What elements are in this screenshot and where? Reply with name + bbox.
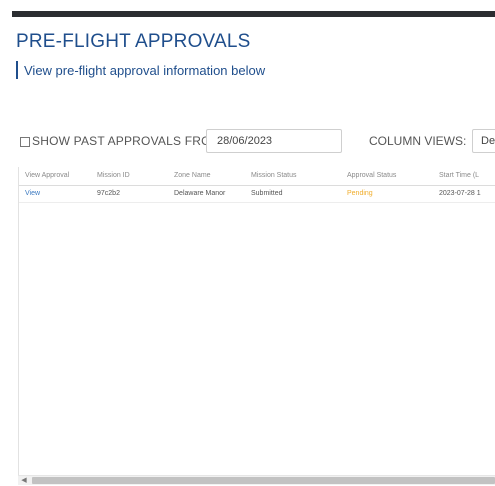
subtitle-accent-bar xyxy=(16,61,18,79)
mission-status-cell: Submitted xyxy=(251,190,283,197)
approvals-table: View Approval Mission ID Zone Name Missi… xyxy=(18,167,495,485)
show-past-approvals-checkbox[interactable] xyxy=(20,137,30,147)
column-views-select[interactable]: De xyxy=(472,129,495,153)
table-row[interactable]: View 97c2b2 Delaware Manor Submitted Pen… xyxy=(19,186,495,203)
subtitle-block: View pre-flight approval information bel… xyxy=(16,61,265,79)
column-header-view-approval[interactable]: View Approval xyxy=(25,172,69,179)
top-bar xyxy=(12,11,495,17)
column-header-mission-status[interactable]: Mission Status xyxy=(251,172,297,179)
filter-row: SHOW PAST APPROVALS FROM: COLUMN VIEWS: … xyxy=(0,129,495,155)
column-header-start-time[interactable]: Start Time (L xyxy=(439,172,479,179)
zone-name-cell: Delaware Manor xyxy=(174,190,226,197)
column-header-approval-status[interactable]: Approval Status xyxy=(347,172,396,179)
column-views-label: COLUMN VIEWS: xyxy=(369,134,467,148)
mission-id-cell: 97c2b2 xyxy=(97,190,120,197)
column-header-mission-id[interactable]: Mission ID xyxy=(97,172,130,179)
view-approval-link[interactable]: View xyxy=(25,190,40,197)
table-header: View Approval Mission ID Zone Name Missi… xyxy=(19,167,495,186)
show-past-approvals-label[interactable]: SHOW PAST APPROVALS FROM: xyxy=(32,134,224,148)
page-subtitle: View pre-flight approval information bel… xyxy=(24,62,266,78)
past-approvals-date-input[interactable] xyxy=(206,129,342,153)
scroll-left-icon[interactable]: ◀ xyxy=(18,476,30,485)
horizontal-scrollbar[interactable]: ◀ xyxy=(18,475,495,485)
scrollbar-thumb[interactable] xyxy=(32,477,495,484)
page-title: PRE-FLIGHT APPROVALS xyxy=(16,31,251,52)
start-time-cell: 2023-07-28 1 xyxy=(439,190,481,197)
approval-status-cell: Pending xyxy=(347,190,373,197)
column-header-zone-name[interactable]: Zone Name xyxy=(174,172,211,179)
